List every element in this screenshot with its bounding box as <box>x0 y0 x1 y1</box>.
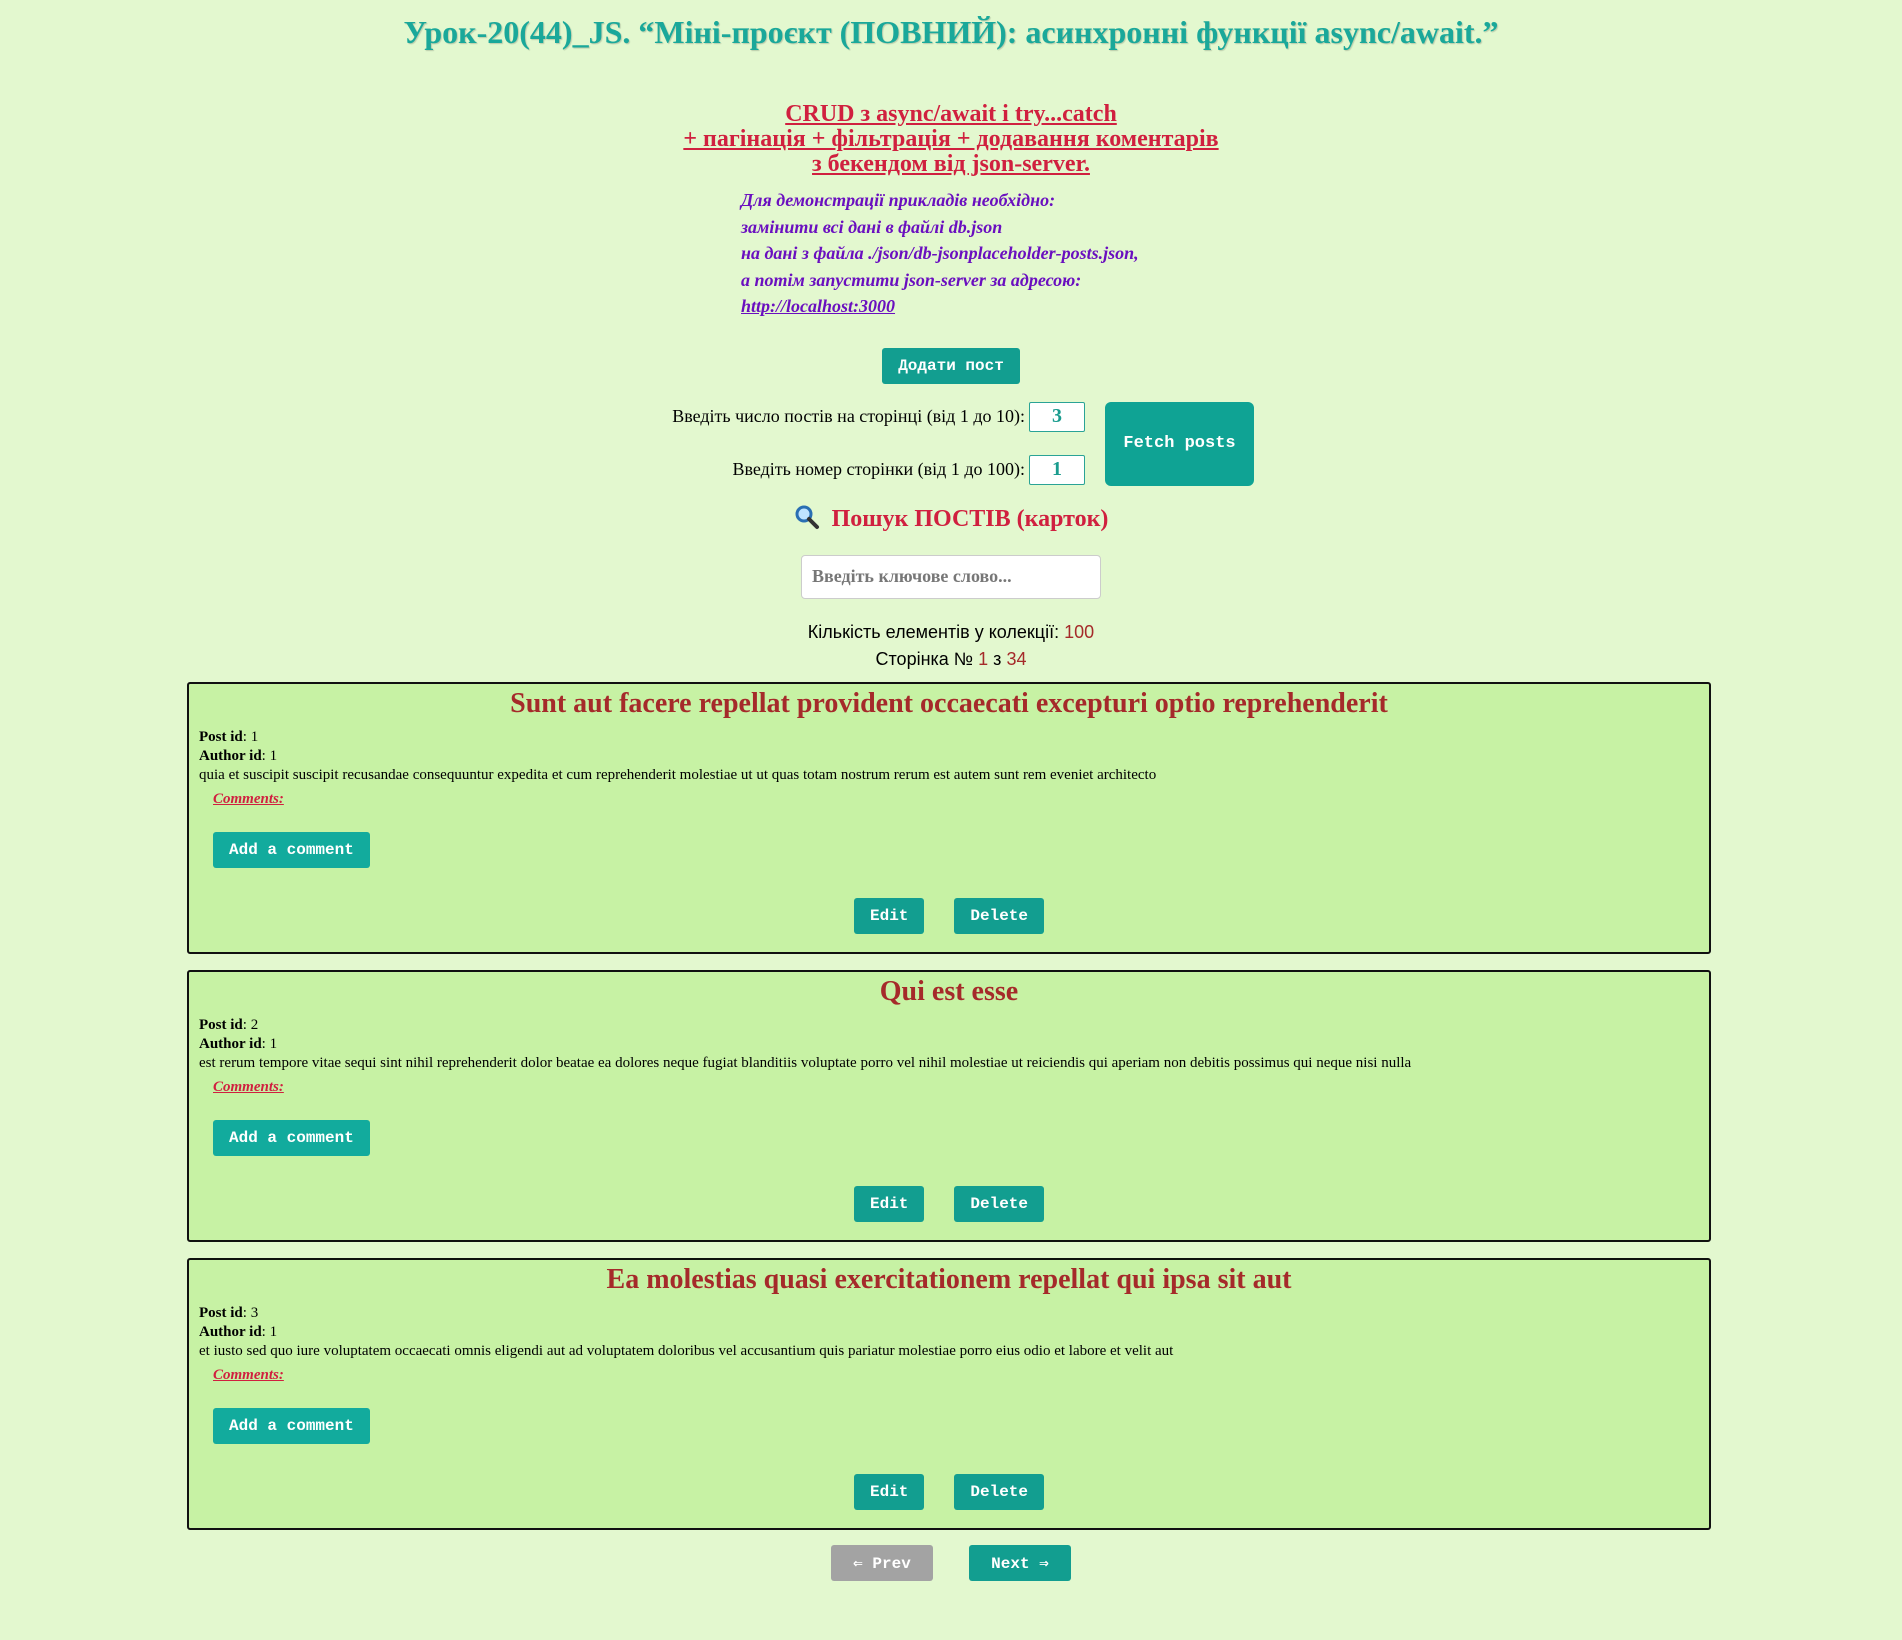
post-meta: Post id: 1 Author id: 1 quia et suscipit… <box>199 728 1699 785</box>
pagination-controls: Введіть число постів на сторінці (від 1 … <box>0 401 1902 492</box>
search-input[interactable] <box>801 554 1101 599</box>
note-line-4: а потім запустити json-server за адресою… <box>741 269 1082 290</box>
author-id-value: 1 <box>269 1323 278 1340</box>
magnifier-icon <box>794 505 826 532</box>
localhost-link[interactable]: http://localhost:3000 <box>741 293 1301 320</box>
edit-button[interactable]: Edit <box>853 897 925 934</box>
author-id-value: 1 <box>269 747 278 764</box>
search-heading: Пошук ПОСТІВ (карток) <box>0 504 1902 533</box>
post-body: est rerum tempore vitae sequi sint nihil… <box>199 1054 1412 1071</box>
post-id-label: Post id <box>199 728 243 745</box>
delete-button[interactable]: Delete <box>954 1473 1044 1510</box>
add-comment-button[interactable]: Add a comment <box>213 831 370 868</box>
post-id-value: 3 <box>250 1304 259 1321</box>
add-comment-button[interactable]: Add a comment <box>213 1119 370 1156</box>
page-number-label: Введіть номер сторінки (від 1 до 100): <box>732 459 1026 479</box>
add-post-button[interactable]: Додати пост <box>882 347 1020 384</box>
note-line-2: замінити всі дані в файлі db.json <box>741 216 1003 237</box>
post-title: Ea molestias quasi exercitationem repell… <box>606 1263 1292 1295</box>
page-number-row: Введіть номер сторінки (від 1 до 100): <box>732 454 1085 485</box>
card-actions: Edit Delete <box>189 1185 1709 1222</box>
note-line-1: Для демонстрації прикладів необхідно: <box>741 190 1056 210</box>
page-line: Сторінка № 1 з 34 <box>0 646 1902 673</box>
post-meta: Post id: 2 Author id: 1 est rerum tempor… <box>199 1016 1699 1073</box>
page: Урок-20(44)_JS. “Міні-проєкт (ПОВНИЙ): а… <box>0 0 1902 1581</box>
post-id-value: 1 <box>250 728 259 745</box>
delete-button[interactable]: Delete <box>954 897 1044 934</box>
fetch-posts-button[interactable]: Fetch posts <box>1105 401 1254 486</box>
post-card: Sunt aut facere repellat provident occae… <box>187 681 1711 954</box>
page-prefix: Сторінка № <box>875 648 974 669</box>
comments-label: Comments: <box>213 1078 284 1095</box>
comments-label: Comments: <box>213 790 284 807</box>
post-card: Ea molestias quasi exercitationem repell… <box>187 1257 1711 1530</box>
pager: ⇐ Prev Next ⇒ <box>0 1544 1902 1581</box>
author-id-value: 1 <box>269 1035 278 1052</box>
edit-button[interactable]: Edit <box>853 1185 925 1222</box>
instructions-note: Для демонстрації прикладів необхідно: за… <box>601 187 1301 320</box>
card-actions: Edit Delete <box>189 1473 1709 1510</box>
next-page-button[interactable]: Next ⇒ <box>969 1544 1071 1581</box>
page-title: Урок-20(44)_JS. “Міні-проєкт (ПОВНИЙ): а… <box>403 14 1499 50</box>
add-comment-button[interactable]: Add a comment <box>213 1407 370 1444</box>
page-current: 1 <box>978 648 989 669</box>
subtitle-line-1: CRUD з async/await і try...catch <box>785 101 1117 127</box>
count-value: 100 <box>1064 621 1095 642</box>
post-id-label: Post id <box>199 1304 243 1321</box>
post-id-value: 2 <box>250 1016 259 1033</box>
search-row <box>0 554 1902 599</box>
prev-page-button[interactable]: ⇐ Prev <box>831 1544 933 1581</box>
author-id-label: Author id <box>199 747 262 764</box>
note-line-3: на дані з файла ./json/db-jsonplaceholde… <box>741 243 1139 263</box>
post-id-label: Post id <box>199 1016 243 1033</box>
subtitle: CRUD з async/await і try...catch + пагін… <box>0 102 1902 177</box>
comments-label: Comments: <box>213 1366 284 1383</box>
post-body: et iusto sed quo iure voluptatem occaeca… <box>199 1342 1174 1359</box>
card-actions: Edit Delete <box>189 897 1709 934</box>
author-id-label: Author id <box>199 1323 262 1340</box>
page-total: 34 <box>1006 648 1027 669</box>
author-id-label: Author id <box>199 1035 262 1052</box>
per-page-input[interactable] <box>1029 401 1085 432</box>
search-title: Пошук ПОСТІВ (карток) <box>831 505 1109 532</box>
subtitle-line-2: + пагінація + фільтрація + додавання ком… <box>683 126 1219 152</box>
post-meta: Post id: 3 Author id: 1 et iusto sed quo… <box>199 1304 1699 1361</box>
subtitle-line-3: з бекендом від json-server. <box>812 151 1090 177</box>
per-page-row: Введіть число постів на сторінці (від 1 … <box>672 401 1085 432</box>
count-line: Кількість елементів у колекції: 100 <box>0 619 1902 646</box>
collection-stats: Кількість елементів у колекції: 100 Стор… <box>0 619 1902 673</box>
posts-list: Sunt aut facere repellat provident occae… <box>187 681 1711 1530</box>
page-number-input[interactable] <box>1029 454 1085 485</box>
per-page-label: Введіть число постів на сторінці (від 1 … <box>672 406 1025 426</box>
post-card: Qui est esse Post id: 2 Author id: 1 est… <box>187 969 1711 1242</box>
delete-button[interactable]: Delete <box>954 1185 1044 1222</box>
post-title: Sunt aut facere repellat provident occae… <box>510 687 1388 719</box>
post-title: Qui est esse <box>879 975 1019 1007</box>
page-sep: з <box>993 648 1002 669</box>
edit-button[interactable]: Edit <box>853 1473 925 1510</box>
add-post-row: Додати пост <box>0 347 1902 384</box>
post-body: quia et suscipit suscipit recusandae con… <box>199 766 1157 783</box>
count-label: Кількість елементів у колекції: <box>807 621 1060 642</box>
